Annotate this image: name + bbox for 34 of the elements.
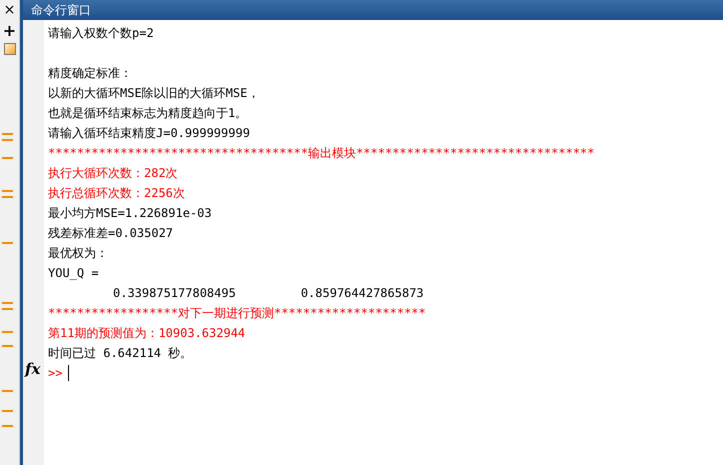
function-icon[interactable]: fx — [25, 362, 40, 377]
marker-icon — [2, 425, 13, 427]
output-line: 也就是循环结束标志为精度趋向于1。 — [48, 105, 248, 122]
output-line: ******************对下一期进行预测********************* — [48, 305, 426, 322]
weight-value: 0.339875177808495 — [113, 285, 236, 302]
output-line: 残差标准差=0.035027 — [48, 225, 174, 242]
marker-icon — [2, 190, 13, 198]
marker-icon — [2, 331, 13, 333]
marker-icon — [2, 157, 13, 159]
output-line: 时间已过 6.642114 秒。 — [48, 345, 192, 362]
output-line: YOU_Q = — [48, 265, 99, 282]
output-line: 最优权为： — [48, 245, 108, 262]
marker-icon — [2, 345, 13, 347]
output-line: 执行大循环次数：282次 — [48, 165, 178, 182]
output-line: ************************************输出模块********************************* — [48, 145, 594, 162]
marker-icon — [2, 410, 13, 412]
output-line: 请输入权数个数p=2 — [48, 25, 154, 42]
output-line: 请输入循环结束精度J=0.999999999 — [48, 125, 250, 142]
output-line: 以新的大循环MSE除以旧的大循环MSE， — [48, 85, 260, 102]
output-line: 执行总循环次数：2256次 — [48, 185, 185, 202]
command-prompt: >> — [48, 365, 62, 382]
output-line: 精度确定标准： — [48, 65, 132, 82]
weight-value: 0.859764427865873 — [300, 285, 424, 302]
marker-icon — [2, 242, 13, 244]
window-title: 命令行窗口 — [31, 2, 91, 19]
output-line: 最小均方MSE=1.226891e-03 — [48, 205, 212, 222]
marker-icon — [2, 133, 13, 141]
document-icon — [4, 43, 16, 55]
text-cursor — [68, 365, 70, 381]
marker-icon — [2, 302, 13, 310]
add-button[interactable]: + — [2, 23, 16, 39]
close-button[interactable]: × — [4, 0, 16, 20]
marker-icon — [2, 390, 13, 392]
output-line: 第11期的预测值为：10903.632944 — [48, 325, 246, 342]
